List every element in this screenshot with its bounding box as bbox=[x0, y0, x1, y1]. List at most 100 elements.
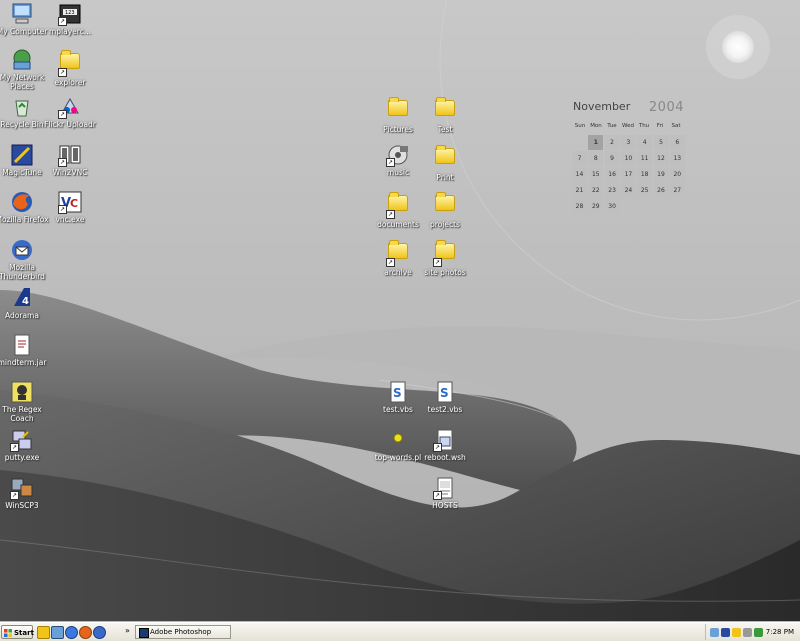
flickr-icon: ↗ bbox=[58, 95, 82, 119]
svg-text:C: C bbox=[70, 197, 78, 210]
desktop-icon-label: Mozilla Thunderbird bbox=[0, 263, 45, 281]
weekday-label: Tue bbox=[607, 123, 617, 129]
calendar-day: 12 bbox=[653, 151, 669, 166]
jar-icon bbox=[10, 333, 34, 357]
desktop-icon-mplayerc[interactable]: 123 ↗ mplayerc... bbox=[40, 2, 100, 36]
calendar-day: 18 bbox=[637, 167, 653, 182]
magictune-icon bbox=[10, 143, 34, 167]
calendar-day: 4 bbox=[637, 135, 653, 150]
calendar-day: 13 bbox=[669, 151, 685, 166]
quicklaunch-explorer-icon[interactable] bbox=[37, 626, 50, 639]
network-tray-icon[interactable] bbox=[710, 628, 719, 637]
calendar-day: 16 bbox=[604, 167, 620, 182]
svg-text:123: 123 bbox=[65, 10, 75, 16]
folder-icon bbox=[433, 192, 457, 219]
text-file-icon: ↗ bbox=[433, 476, 457, 500]
folder-icon bbox=[433, 97, 457, 124]
clock[interactable]: 7:28 PM bbox=[766, 628, 794, 636]
quicklaunch-desktop-icon[interactable] bbox=[51, 626, 64, 639]
quicklaunch-ie-icon[interactable] bbox=[65, 626, 78, 639]
calendar-day: 30 bbox=[604, 199, 620, 214]
desktop-icon-label: The Regex Coach bbox=[2, 405, 42, 423]
media-player-icon: 123 ↗ bbox=[58, 2, 82, 26]
monitor-tray-icon[interactable] bbox=[721, 628, 730, 637]
recycle-bin-icon bbox=[10, 95, 34, 119]
system-tray: 7:28 PM bbox=[705, 624, 800, 640]
desktop-icon-label: explorer bbox=[54, 78, 86, 87]
calendar-day: 28 bbox=[572, 199, 587, 214]
desktop-icon-print[interactable]: Print bbox=[415, 143, 475, 182]
desktop-icon-label: Flickr Uploadr bbox=[44, 120, 96, 129]
calendar-day: 5 bbox=[653, 135, 669, 150]
desktop-icon-label: site photos bbox=[424, 268, 466, 277]
quicklaunch-thunderbird-icon[interactable] bbox=[93, 626, 106, 639]
desktop-icon-putty-exe[interactable]: ↗ putty.exe bbox=[0, 428, 52, 462]
calendar-day: 11 bbox=[637, 151, 653, 166]
winscp-icon: ↗ bbox=[10, 476, 34, 500]
calendar-day: 24 bbox=[620, 183, 636, 198]
folder-icon: ↗ bbox=[433, 240, 457, 267]
desktop-icon-explorer[interactable]: ↗ explorer bbox=[40, 48, 100, 87]
desktop-icon-label: HOSTS bbox=[432, 501, 458, 510]
calendar-day: 14 bbox=[572, 167, 587, 182]
desktop-icon-win2vnc[interactable]: ↗ Win2VNC bbox=[40, 143, 100, 177]
desktop-icon-winscp3[interactable]: ↗ WinSCP3 bbox=[0, 476, 52, 510]
explorer-icon: ↗ bbox=[58, 50, 82, 77]
calendar-day: 19 bbox=[653, 167, 669, 182]
desktop-icon-site-photos[interactable]: ↗ site photos bbox=[415, 238, 475, 277]
volume-tray-icon[interactable] bbox=[743, 628, 752, 637]
vnc-icon: VC ↗ bbox=[58, 190, 82, 214]
desktop-icon-label: reboot.wsh bbox=[424, 453, 466, 462]
calendar-day: 23 bbox=[604, 183, 620, 198]
calendar-month: November bbox=[573, 100, 631, 113]
putty-icon: ↗ bbox=[10, 428, 34, 452]
thunderbird-icon bbox=[10, 238, 34, 262]
vbs-script-icon: S bbox=[433, 380, 457, 404]
start-button[interactable]: Start bbox=[1, 625, 34, 639]
calendar-day: 9 bbox=[604, 151, 620, 166]
folder-icon bbox=[433, 145, 457, 172]
desktop-icon-label: test2.vbs bbox=[427, 405, 463, 414]
regex-coach-icon bbox=[10, 380, 34, 404]
svg-text:S: S bbox=[440, 386, 449, 400]
music-icon: ↗ bbox=[386, 143, 410, 167]
quicklaunch-chevron[interactable]: » bbox=[125, 626, 130, 635]
taskbar: Start » Adobe Photoshop 7:28 PM bbox=[0, 622, 800, 641]
desktop-icon-regex-coach[interactable]: The Regex Coach bbox=[0, 380, 52, 423]
desktop-icon-label: Test bbox=[437, 125, 453, 134]
desktop-icon-mindterm-jar[interactable]: mindterm.jar bbox=[0, 333, 52, 367]
desktop-icon-reboot-wsh[interactable]: ↗ reboot.wsh bbox=[415, 428, 475, 462]
calendar-day: 1 bbox=[588, 135, 604, 150]
desktop-icon-test2-vbs[interactable]: S test2.vbs bbox=[415, 380, 475, 414]
perl-script-icon bbox=[386, 428, 410, 452]
quicklaunch-firefox-icon[interactable] bbox=[79, 626, 92, 639]
task-label: Adobe Photoshop bbox=[150, 628, 212, 636]
calendar-day: 21 bbox=[572, 183, 587, 198]
folder-icon: ↗ bbox=[386, 240, 410, 267]
calendar-day: 27 bbox=[669, 183, 685, 198]
svg-text:4: 4 bbox=[22, 296, 29, 307]
taskbar-button-photoshop[interactable]: Adobe Photoshop bbox=[135, 625, 231, 639]
desktop-icon-label: putty.exe bbox=[4, 453, 40, 462]
vnc-tray-icon[interactable] bbox=[754, 628, 763, 637]
desktop-icon-adorama[interactable]: 4 Adorama bbox=[0, 286, 52, 320]
wsh-script-icon: ↗ bbox=[433, 428, 457, 452]
desktop-icon-label: Win2VNC bbox=[52, 168, 88, 177]
calendar-weekday-header: Sun Mon Tue Wed Thu Fri Sat bbox=[572, 123, 686, 129]
photoshop-icon bbox=[139, 628, 149, 638]
weekday-label: Thu bbox=[638, 123, 650, 129]
calendar-day: 10 bbox=[620, 151, 636, 166]
desktop-icon-flickr-uploadr[interactable]: ↗ Flickr Uploadr bbox=[40, 95, 100, 129]
calendar-day: 26 bbox=[653, 183, 669, 198]
security-tray-icon[interactable] bbox=[732, 628, 741, 637]
desktop-icon-projects[interactable]: projects bbox=[415, 190, 475, 229]
calendar-day: 20 bbox=[669, 167, 685, 182]
computer-icon bbox=[10, 2, 34, 26]
desktop-icon-hosts[interactable]: ↗ HOSTS bbox=[415, 476, 475, 510]
network-icon bbox=[10, 48, 34, 72]
calendar-day: 6 bbox=[669, 135, 685, 150]
desktop-icon-test[interactable]: Test bbox=[415, 95, 475, 134]
desktop-icon-vnc-exe[interactable]: VC ↗ vnc.exe bbox=[40, 190, 100, 224]
calendar-day: 25 bbox=[637, 183, 653, 198]
desktop-icon-mozilla-thunderbird[interactable]: Mozilla Thunderbird bbox=[0, 238, 52, 281]
